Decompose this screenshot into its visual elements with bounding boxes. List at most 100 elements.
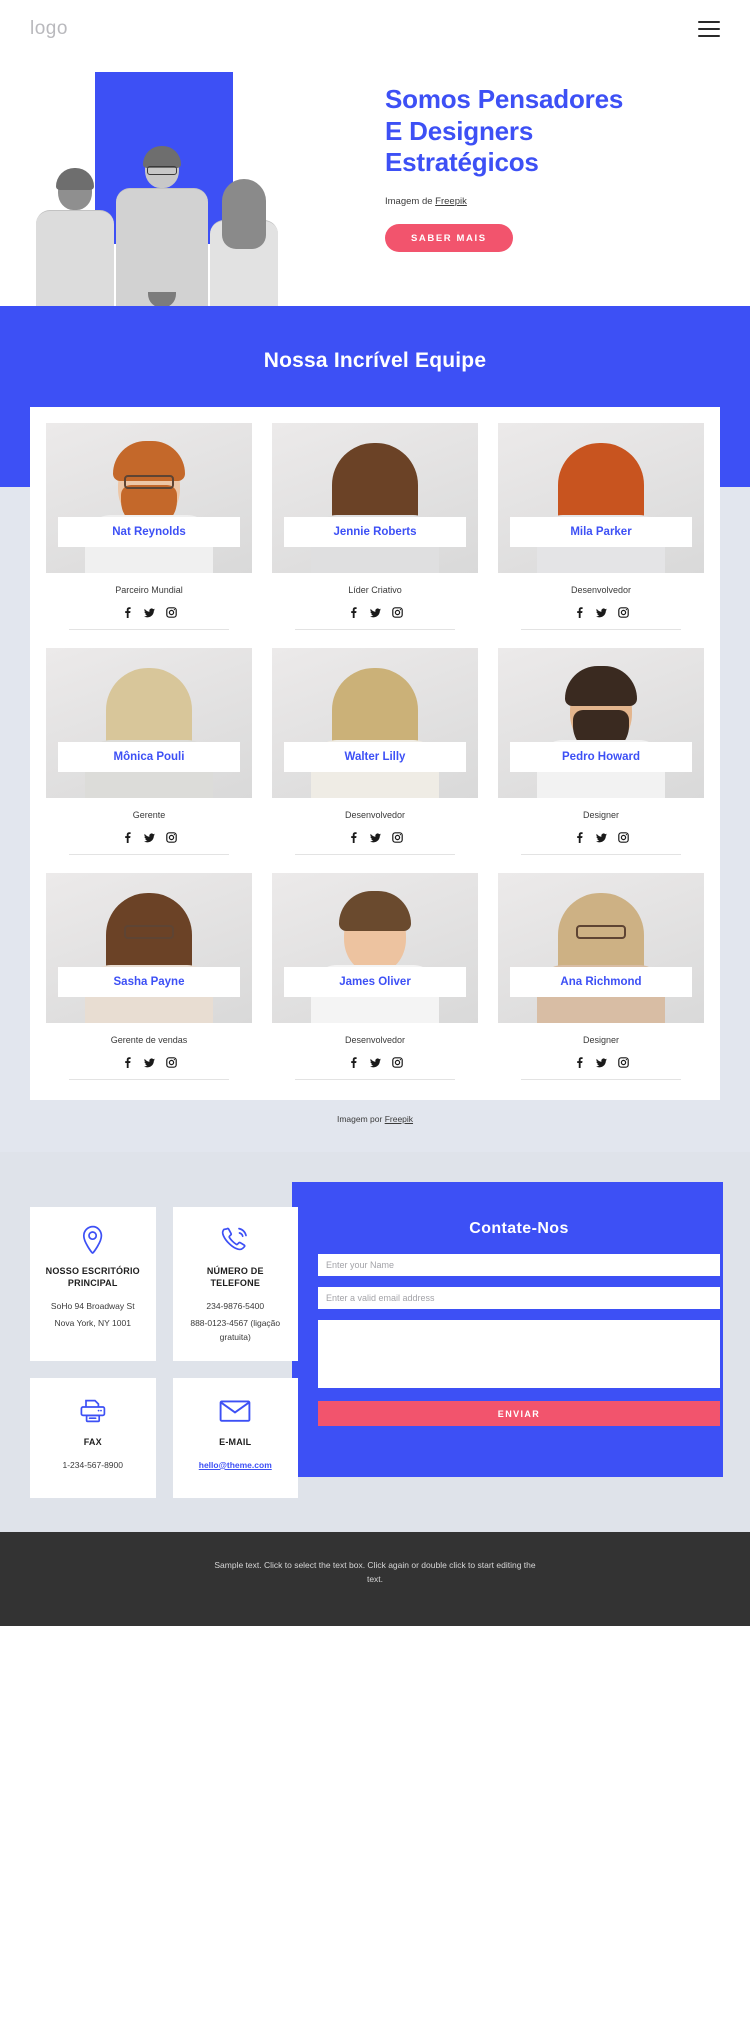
logo[interactable]: logo	[30, 18, 68, 40]
twitter-icon[interactable]	[595, 832, 607, 843]
facebook-icon[interactable]	[348, 1057, 359, 1068]
message-textarea[interactable]	[318, 1320, 720, 1388]
member-name: Mônica Pouli	[113, 751, 185, 763]
instagram-icon[interactable]	[617, 832, 629, 843]
member-name-bar: Nat Reynolds	[58, 517, 240, 547]
email-input[interactable]	[318, 1287, 720, 1309]
member-name: Pedro Howard	[562, 751, 640, 763]
hero-section: Somos Pensadores E Designers Estratégico…	[0, 58, 750, 308]
member-name-bar: Sasha Payne	[58, 967, 240, 997]
member-name: Jennie Roberts	[333, 526, 417, 538]
member-name: Mila Parker	[570, 526, 632, 538]
member-social-links	[46, 832, 252, 843]
member-name: Sasha Payne	[113, 976, 185, 988]
instagram-icon[interactable]	[617, 607, 629, 618]
team-member-card: James Oliver Desenvolvedor	[272, 873, 478, 1080]
instagram-icon[interactable]	[391, 607, 403, 618]
facebook-icon[interactable]	[348, 832, 359, 843]
member-name-bar: Jennie Roberts	[284, 517, 466, 547]
contact-info-title: E-MAIL	[219, 1436, 252, 1447]
team-image-credit: Imagem por Freepik	[0, 1114, 750, 1124]
team-member-card: Sasha Payne Gerente de vendas	[46, 873, 252, 1080]
contact-info-title: NÚMERO DE TELEFONE	[206, 1266, 264, 1289]
contact-info-line: 888-0123-4567 (ligação gratuita)	[190, 1317, 281, 1343]
member-social-links	[272, 607, 478, 618]
member-name-bar: Mila Parker	[510, 517, 692, 547]
member-name-bar: Ana Richmond	[510, 967, 692, 997]
facebook-icon[interactable]	[574, 832, 585, 843]
member-social-links	[498, 1057, 704, 1068]
contact-info-card: FAX 1-234-567-8900	[30, 1377, 156, 1498]
contact-info-card: E-MAIL hello@theme.com	[172, 1377, 298, 1498]
twitter-icon[interactable]	[143, 1057, 155, 1068]
contact-info-line: SoHo 94 Broadway St	[50, 1301, 135, 1312]
contact-section: NOSSO ESCRITÓRIO PRINCIPAL SoHo 94 Broadw…	[0, 1152, 750, 1532]
contact-info-card: NOSSO ESCRITÓRIO PRINCIPAL SoHo 94 Broadw…	[30, 1207, 156, 1361]
facebook-icon[interactable]	[348, 607, 359, 618]
member-divider	[294, 1079, 456, 1080]
member-photo: Walter Lilly	[272, 648, 478, 798]
instagram-icon[interactable]	[165, 607, 177, 618]
twitter-icon[interactable]	[595, 607, 607, 618]
member-divider	[68, 629, 230, 630]
contact-info-title: NOSSO ESCRITÓRIO PRINCIPAL	[45, 1266, 140, 1289]
instagram-icon[interactable]	[165, 832, 177, 843]
member-role: Líder Criativo	[348, 585, 402, 595]
hero-credit-link[interactable]: Freepik	[435, 196, 467, 207]
member-name: James Oliver	[339, 976, 411, 988]
team-card-container: Nat Reynolds Parceiro Mundial Jennie Rober…	[30, 407, 720, 1100]
contact-info-line: 234-9876-5400	[206, 1301, 265, 1312]
member-name: Nat Reynolds	[112, 526, 186, 538]
facebook-icon[interactable]	[122, 607, 133, 618]
enviar-button[interactable]: ENVIAR	[318, 1401, 720, 1426]
instagram-icon[interactable]	[165, 1057, 177, 1068]
hero-team-photo	[24, 118, 289, 308]
name-input[interactable]	[318, 1254, 720, 1276]
contact-info-card: NÚMERO DE TELEFONE 234-9876-5400 888-0123-…	[172, 1207, 298, 1361]
member-divider	[294, 629, 456, 630]
facebook-icon[interactable]	[574, 607, 585, 618]
facebook-icon[interactable]	[122, 1057, 133, 1068]
facebook-icon[interactable]	[574, 1057, 585, 1068]
team-credit-prefix: Imagem por	[336, 1114, 385, 1124]
hero-person-center	[115, 146, 208, 308]
member-social-links	[46, 607, 252, 618]
email-link[interactable]: hello@theme.com	[199, 1460, 272, 1470]
facebook-icon[interactable]	[122, 832, 133, 843]
member-social-links	[46, 1057, 252, 1068]
fax-printer-icon	[40, 1395, 146, 1427]
team-member-card: Walter Lilly Desenvolvedor	[272, 648, 478, 855]
team-heading: Nossa Incrível Equipe	[263, 349, 487, 372]
member-name-bar: Walter Lilly	[284, 742, 466, 772]
hamburger-menu-icon[interactable]	[698, 21, 720, 37]
instagram-icon[interactable]	[617, 1057, 629, 1068]
member-name: Walter Lilly	[344, 751, 406, 763]
contact-info-title: FAX	[83, 1436, 102, 1447]
team-credit-link[interactable]: Freepik	[385, 1114, 413, 1124]
contact-info-grid: NOSSO ESCRITÓRIO PRINCIPAL SoHo 94 Broadw…	[30, 1207, 298, 1498]
contact-form: Contate-Nos ENVIAR	[318, 1182, 720, 1498]
member-name-bar: Mônica Pouli	[58, 742, 240, 772]
instagram-icon[interactable]	[391, 832, 403, 843]
team-section: Nossa Incrível Equipe Nat Reynolds Parcei…	[0, 306, 750, 1152]
hero-image-area	[0, 58, 375, 308]
twitter-icon[interactable]	[143, 832, 155, 843]
team-member-card: Jennie Roberts Líder Criativo	[272, 423, 478, 630]
member-photo: Mônica Pouli	[46, 648, 252, 798]
member-photo: Jennie Roberts	[272, 423, 478, 573]
twitter-icon[interactable]	[369, 832, 381, 843]
member-role: Gerente de vendas	[110, 1035, 188, 1045]
twitter-icon[interactable]	[369, 607, 381, 618]
twitter-icon[interactable]	[369, 1057, 381, 1068]
member-social-links	[498, 832, 704, 843]
member-photo: Sasha Payne	[46, 873, 252, 1023]
saber-mais-button[interactable]: SABER MAIS	[385, 224, 513, 253]
member-role: Desenvolvedor	[344, 810, 406, 820]
site-header: logo	[0, 0, 750, 58]
twitter-icon[interactable]	[143, 607, 155, 618]
envelope-icon	[183, 1395, 289, 1427]
twitter-icon[interactable]	[595, 1057, 607, 1068]
instagram-icon[interactable]	[391, 1057, 403, 1068]
member-divider	[68, 854, 230, 855]
member-divider	[520, 1079, 682, 1080]
